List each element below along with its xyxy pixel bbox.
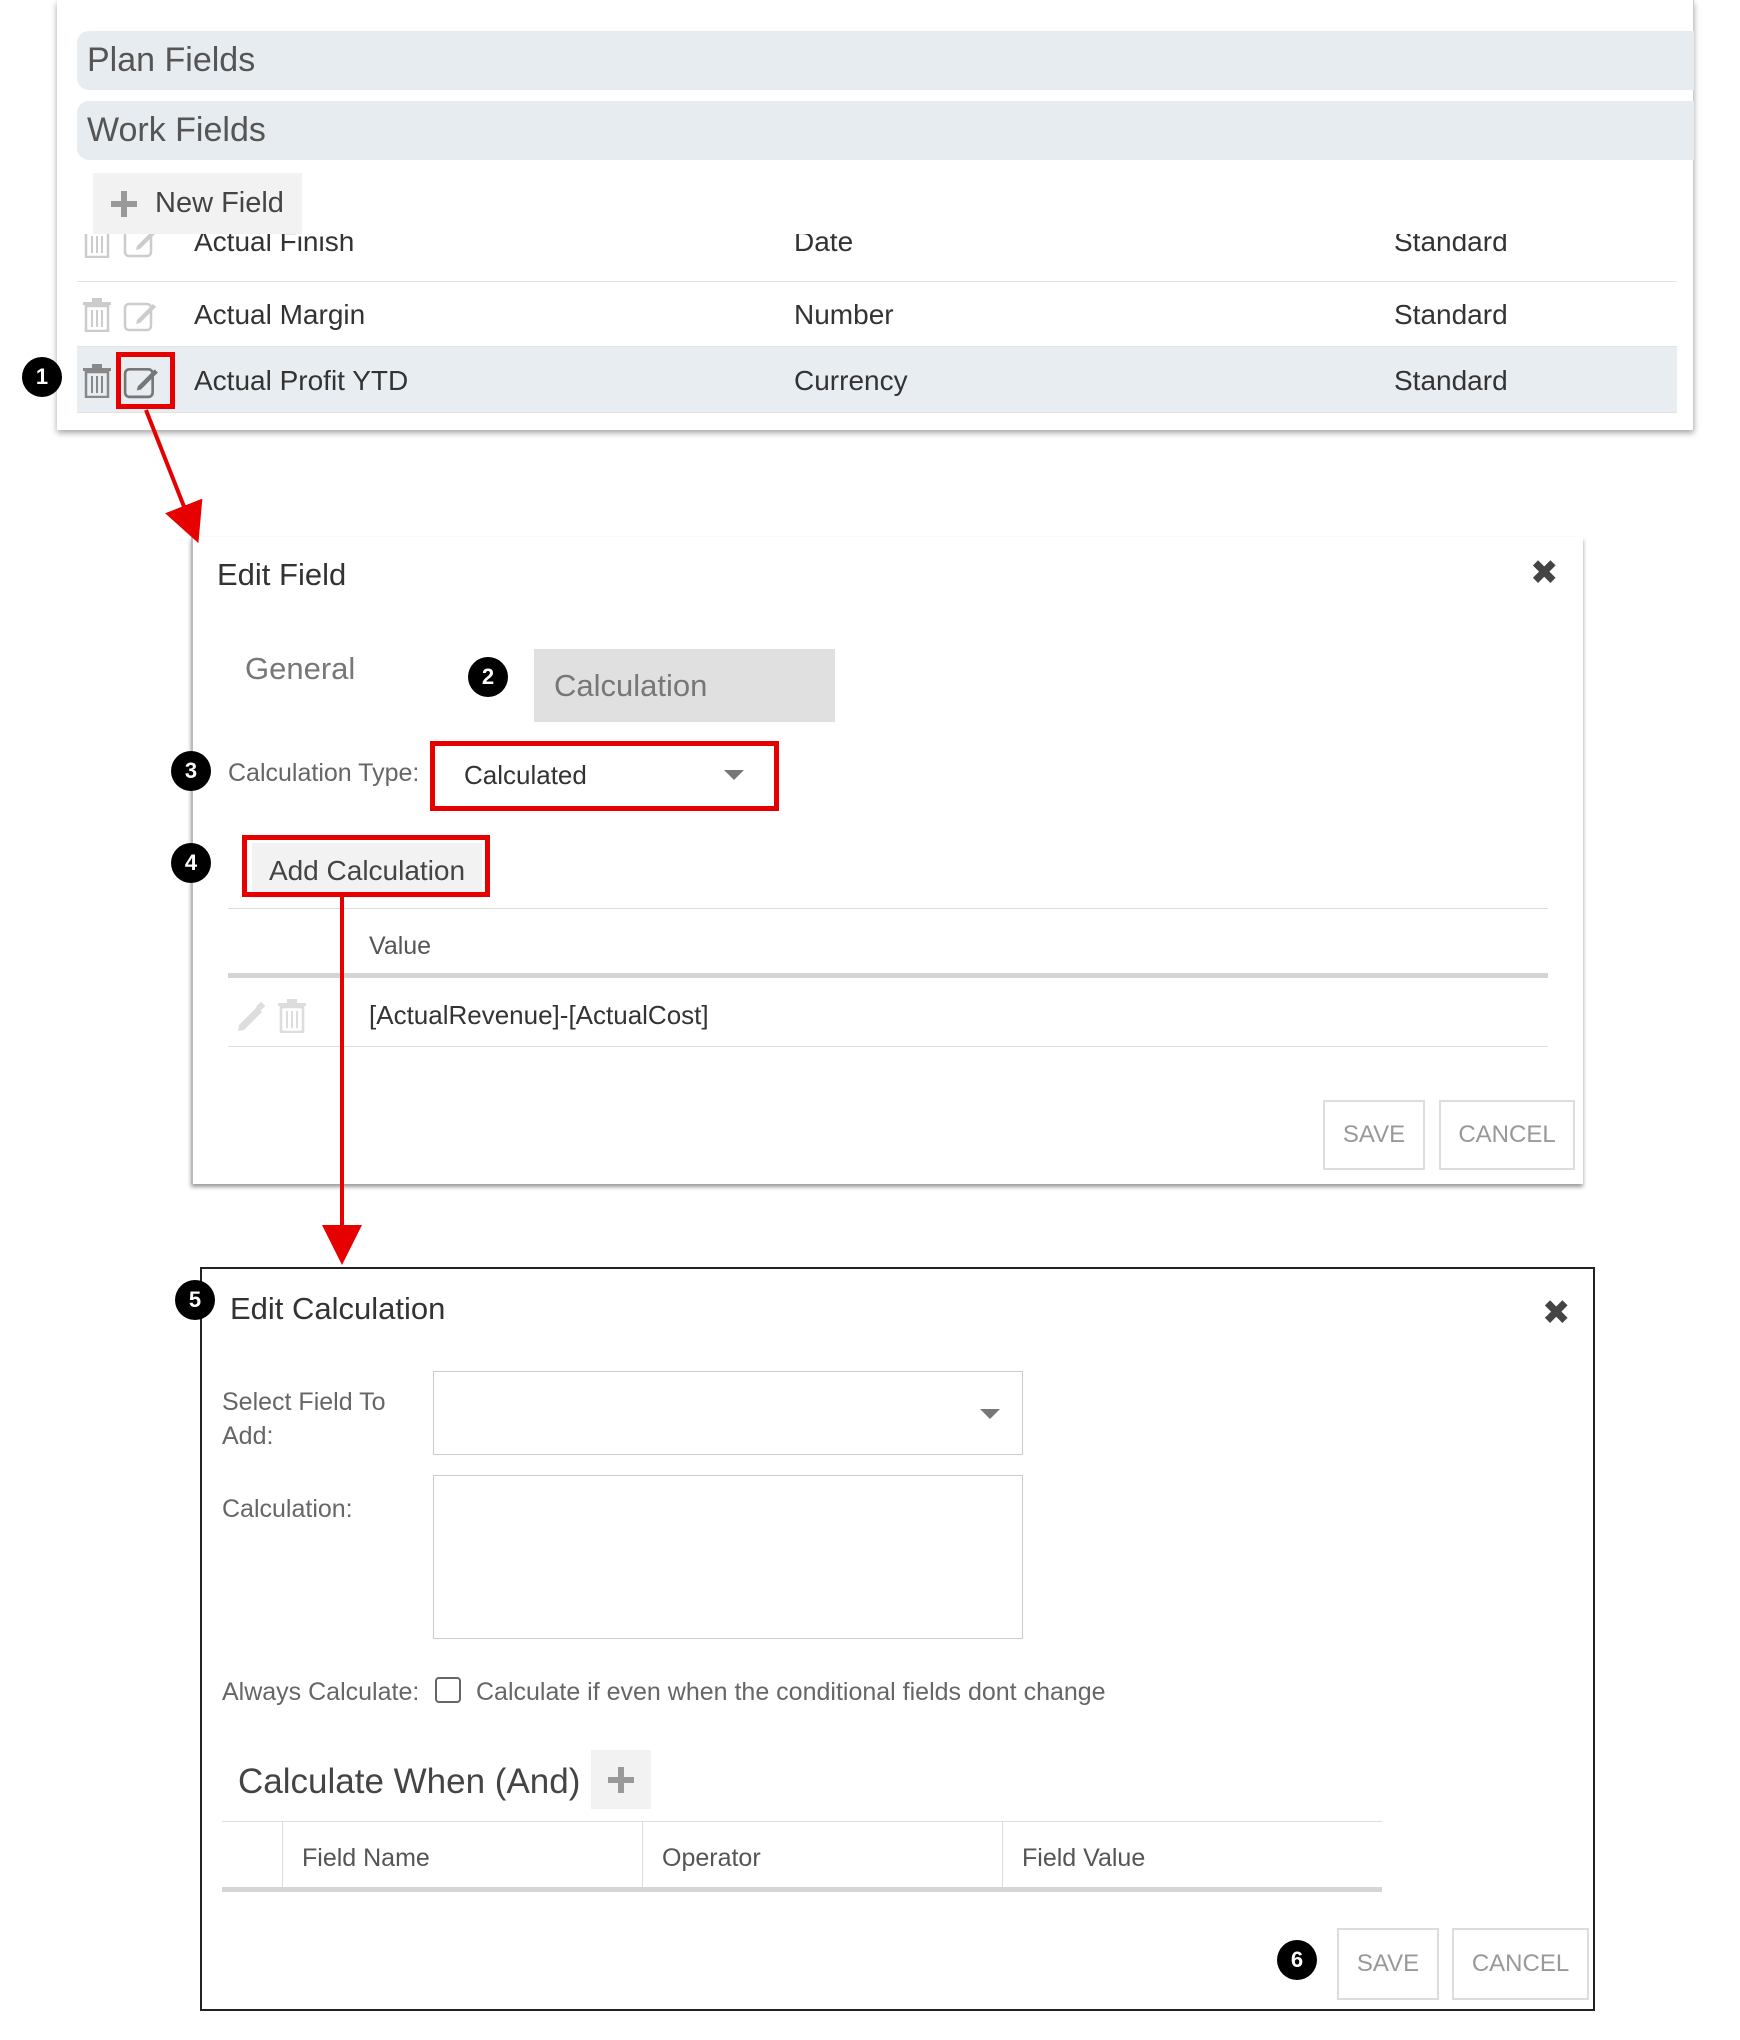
annotation-arrows [144, 409, 362, 1265]
